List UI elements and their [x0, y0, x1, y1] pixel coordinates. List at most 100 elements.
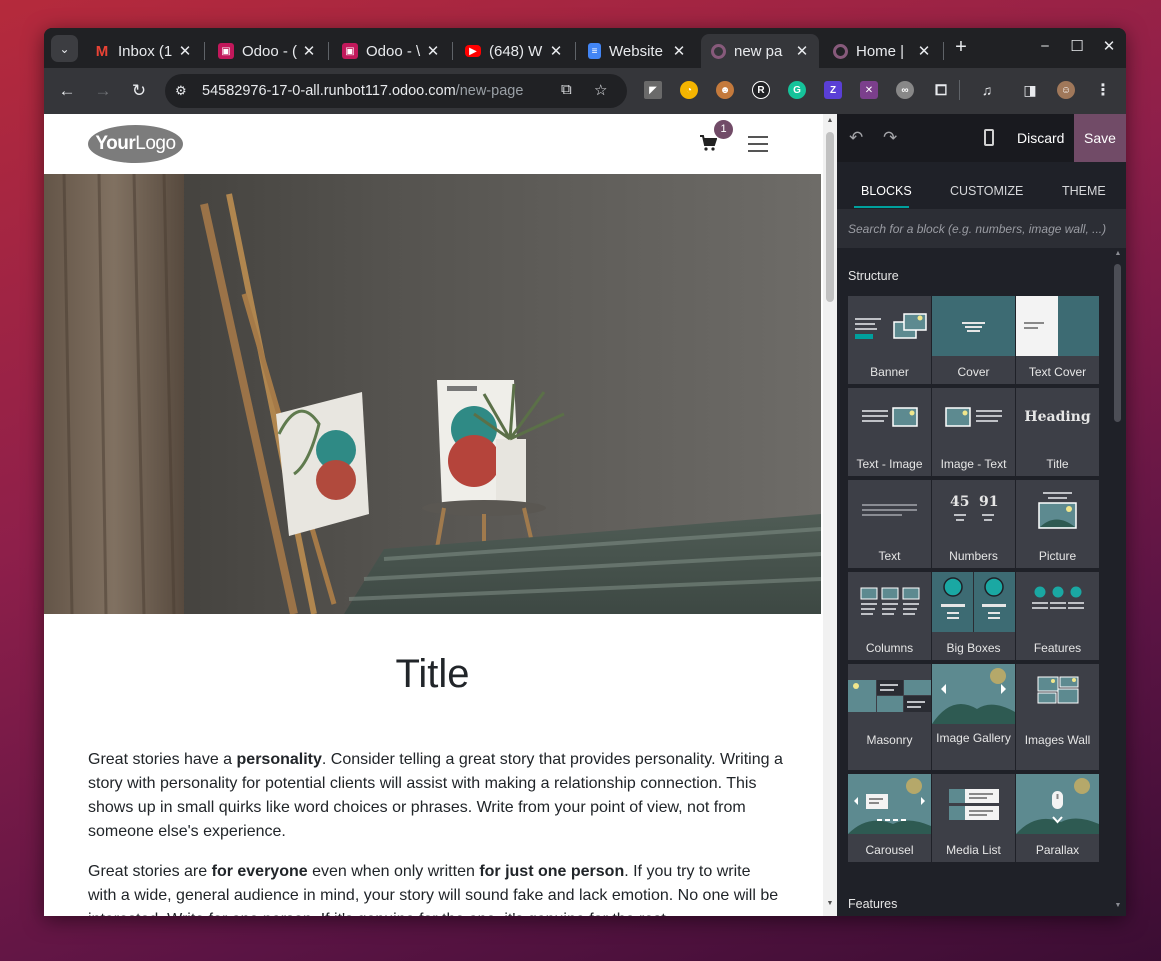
tab-home[interactable]: Home | ✕	[823, 34, 941, 68]
close-tab-icon[interactable]: ✕	[176, 42, 194, 60]
maximize-button[interactable]: ☐	[1066, 37, 1088, 55]
block-numbers[interactable]: 45 91 Numbers	[932, 480, 1015, 568]
block-picture[interactable]: Picture	[1016, 480, 1099, 568]
block-masonry[interactable]: Masonry	[848, 664, 931, 770]
block-title[interactable]: Heading Title	[1016, 388, 1099, 476]
tab-odoo-1[interactable]: ▣ Odoo - ( ✕	[208, 34, 326, 68]
block-image-text[interactable]: Image - Text	[932, 388, 1015, 476]
block-carousel[interactable]: Carousel	[848, 774, 931, 862]
close-tab-icon[interactable]: ✕	[915, 42, 933, 60]
chevron-down-icon: ⌄	[59, 41, 70, 56]
forward-button[interactable]: →	[92, 80, 114, 102]
block-banner[interactable]: Banner	[848, 296, 931, 384]
grammarly-icon[interactable]: G	[788, 81, 806, 99]
website-editor-panel: ↶ ↷ Discard Save BLOCKS CUSTOMIZE THEME …	[837, 114, 1126, 916]
block-text[interactable]: Text	[848, 480, 931, 568]
profile-avatar[interactable]: ☺	[1057, 81, 1075, 99]
avatar-extension-icon[interactable]: ☻	[716, 81, 734, 99]
tab-new-page[interactable]: new pa ✕	[701, 34, 819, 68]
close-tab-icon[interactable]: ✕	[670, 42, 688, 60]
images-wall-thumbnail	[1037, 676, 1079, 704]
close-tab-icon[interactable]: ✕	[793, 42, 811, 60]
registered-icon[interactable]: R	[752, 81, 770, 99]
cover-thumbnail	[932, 296, 1015, 356]
title-thumbnail: Heading	[1024, 409, 1091, 425]
tab-website[interactable]: ≡ Website ✕	[578, 34, 696, 68]
mobile-preview-icon[interactable]	[984, 129, 994, 146]
carousel-thumbnail	[848, 774, 931, 834]
x-extension-icon[interactable]: ✕	[860, 81, 878, 99]
active-tab-indicator	[854, 206, 909, 208]
mask-extension-icon[interactable]: ∞	[896, 81, 914, 99]
columns-thumbnail	[860, 587, 920, 615]
hero-image[interactable]	[44, 174, 821, 614]
browser-toolbar: ← → ↻ ⚙ 54582976-17-0-all.runbot117.odoo…	[44, 68, 1126, 114]
site-info-icon[interactable]: ⚙	[175, 83, 197, 99]
cart-icon[interactable]	[699, 134, 717, 152]
masonry-thumbnail	[848, 680, 931, 712]
clock-extension-icon[interactable]: ◔	[680, 81, 698, 99]
close-tab-icon[interactable]: ✕	[547, 42, 565, 60]
panel-scrollbar-thumb[interactable]	[1114, 264, 1121, 422]
close-tab-icon[interactable]: ✕	[300, 42, 318, 60]
block-text-cover[interactable]: Text Cover	[1016, 296, 1099, 384]
block-parallax[interactable]: Parallax	[1016, 774, 1099, 862]
block-features[interactable]: Features	[1016, 572, 1099, 660]
scroll-down-arrow-icon[interactable]: ▼	[1112, 902, 1124, 909]
tab-odoo-2[interactable]: ▣ Odoo - \ ✕	[332, 34, 450, 68]
media-control-icon[interactable]: ♫	[978, 81, 996, 99]
scroll-up-arrow-icon[interactable]: ▲	[1112, 250, 1124, 257]
url-text[interactable]: 54582976-17-0-all.runbot117.odoo.com/new…	[202, 83, 523, 99]
block-media-list[interactable]: Media List	[932, 774, 1015, 862]
hamburger-menu-icon[interactable]	[748, 136, 768, 152]
install-app-icon[interactable]: ⧉	[561, 81, 572, 98]
story-paragraph-2[interactable]: Great stories are for everyone even when…	[88, 860, 783, 916]
bookmark-star-icon[interactable]: ☆	[594, 81, 607, 99]
feedly-icon[interactable]: ◤	[644, 81, 662, 99]
block-cover[interactable]: Cover	[932, 296, 1015, 384]
image-text-thumbnail	[945, 407, 1002, 427]
panel-scrollbar[interactable]: ▲ ▼	[1112, 248, 1124, 916]
tab-customize[interactable]: CUSTOMIZE	[950, 184, 1023, 198]
z-extension-icon[interactable]: Z	[824, 81, 842, 99]
image-gallery-thumbnail	[932, 664, 1015, 724]
tab-inbox[interactable]: M Inbox (1 ✕	[84, 34, 202, 68]
new-tab-button[interactable]: +	[950, 37, 972, 59]
block-images-wall[interactable]: Images Wall	[1016, 664, 1099, 770]
save-button[interactable]: Save	[1074, 114, 1126, 162]
block-big-boxes[interactable]: Big Boxes	[932, 572, 1015, 660]
back-button[interactable]: ←	[56, 80, 78, 102]
story-paragraph-1[interactable]: Great stories have a personality. Consid…	[88, 748, 783, 844]
section-features-label: Features	[848, 897, 898, 911]
address-bar[interactable]: ⚙ 54582976-17-0-all.runbot117.odoo.com/n…	[165, 74, 627, 108]
text-thumbnail	[862, 504, 917, 516]
tab-blocks[interactable]: BLOCKS	[861, 184, 912, 198]
puzzle-icon[interactable]: ⧠	[932, 81, 950, 99]
site-logo[interactable]: Your Logo	[88, 125, 183, 163]
block-columns[interactable]: Columns	[848, 572, 931, 660]
tab-youtube[interactable]: ▶ (648) W ✕	[455, 34, 573, 68]
discard-button[interactable]: Discard	[1017, 130, 1064, 146]
scroll-up-arrow-icon[interactable]: ▲	[823, 117, 837, 124]
menu-dots-icon[interactable]: ⋮	[1094, 81, 1112, 99]
text-cover-thumbnail	[1016, 296, 1099, 356]
block-search-input[interactable]: Search for a block (e.g. numbers, image …	[837, 210, 1126, 248]
close-tab-icon[interactable]: ✕	[424, 42, 442, 60]
block-image-gallery[interactable]: Image Gallery	[932, 664, 1015, 770]
scrollbar-thumb[interactable]	[826, 132, 834, 302]
tab-search-button[interactable]: ⌄	[51, 35, 78, 62]
close-window-button[interactable]: ✕	[1098, 37, 1120, 55]
tab-theme[interactable]: THEME	[1062, 184, 1106, 198]
undo-icon[interactable]: ↶	[849, 128, 863, 148]
scroll-down-arrow-icon[interactable]: ▼	[823, 900, 837, 907]
page-title[interactable]: Title	[44, 652, 821, 697]
redo-icon[interactable]: ↷	[883, 128, 897, 148]
minimize-button[interactable]: ⎯	[1034, 37, 1056, 54]
reload-button[interactable]: ↻	[128, 80, 150, 102]
features-thumbnail	[1032, 586, 1084, 609]
docs-icon: ≡	[588, 43, 601, 59]
sidebar-icon[interactable]: ◨	[1021, 81, 1039, 99]
odoo-runbot-icon: ▣	[218, 43, 234, 59]
page-scrollbar[interactable]: ▲ ▼	[823, 114, 837, 916]
block-text-image[interactable]: Text - Image	[848, 388, 931, 476]
